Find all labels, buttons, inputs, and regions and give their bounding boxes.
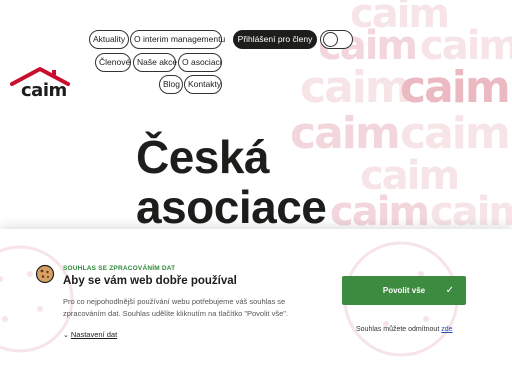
nav-item-nase-akce[interactable]: Naše akce — [133, 53, 177, 72]
nav-item-aktuality[interactable]: Aktuality — [89, 30, 129, 49]
watermark-word: caim — [300, 62, 411, 113]
logo-text: caim — [21, 80, 67, 101]
nav-item-o-interim-managementu[interactable]: O interim managementu — [130, 30, 225, 49]
check-icon: ✓ — [445, 285, 454, 296]
cookie-icon — [35, 264, 55, 284]
page: caim caim caim caim caim caim caim caim … — [0, 0, 512, 384]
consent-body-text: Pro co nejpohodlnější používání webu pot… — [63, 297, 289, 318]
watermark-word: caim — [330, 189, 430, 235]
allow-all-button[interactable]: Povolit vše ✓ — [342, 276, 466, 305]
watermark-word: caim — [430, 189, 512, 235]
hero-line-1: Česká — [136, 131, 270, 183]
nav-item-clenove[interactable]: Členové — [95, 53, 131, 72]
theme-toggle[interactable] — [320, 30, 353, 49]
decline-note: Souhlas můžete odmítnout zde — [356, 326, 453, 333]
data-settings-label: Nastavení dat — [70, 330, 118, 339]
member-login-button[interactable]: Přihlášení pro členy — [233, 30, 317, 49]
consent-eyebrow: SOUHLAS SE ZPRACOVÁNÍM DAT — [63, 265, 176, 272]
watermark-word: caim — [420, 23, 512, 69]
hero-headline: Česká asociace — [136, 131, 327, 233]
nav-item-o-asociaci[interactable]: O asociaci — [178, 53, 222, 72]
nav-item-kontakty[interactable]: Kontakty — [184, 75, 222, 94]
consent-title: Aby se vám web dobře používal — [63, 275, 237, 287]
watermark-word: caim — [400, 62, 511, 113]
caim-logo[interactable]: caim — [8, 64, 72, 104]
decline-link[interactable]: zde — [441, 326, 452, 333]
toggle-knob — [323, 32, 338, 47]
decline-prefix: Souhlas můžete odmítnout — [356, 326, 442, 333]
watermark-word: caim — [400, 108, 511, 159]
allow-all-label: Povolit vše — [382, 286, 426, 295]
chevron-down-icon: ⌄ — [63, 332, 69, 339]
data-settings-link[interactable]: ⌄ Nastavení dat — [63, 330, 117, 339]
nav-item-blog[interactable]: Blog — [159, 75, 183, 94]
hero-line-2: asociace — [136, 181, 327, 233]
